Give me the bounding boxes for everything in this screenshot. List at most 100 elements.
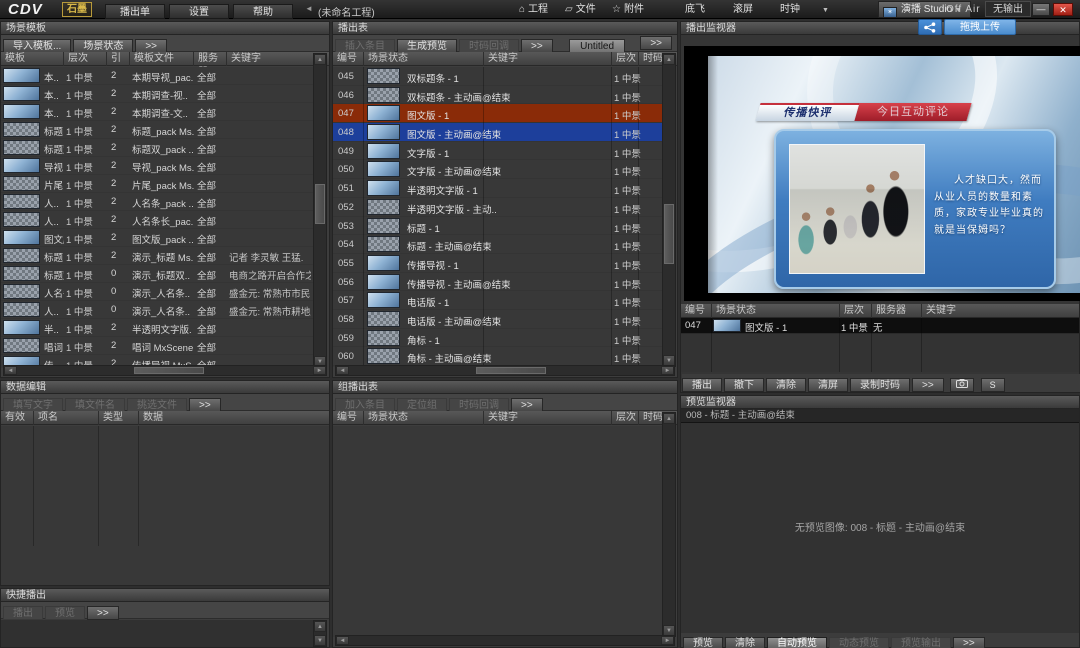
- preview-button[interactable]: >>: [953, 637, 985, 648]
- s-button[interactable]: S: [981, 378, 1005, 392]
- more-button[interactable]: >>: [640, 36, 672, 50]
- template-row[interactable]: 半.. 1 中景 2 半透明文字版. 全部: [1, 319, 313, 337]
- scroll-down-icon[interactable]: ▼: [314, 635, 326, 646]
- menu-item[interactable]: 设置: [169, 4, 229, 19]
- toolbar-button[interactable]: 时码回调: [459, 39, 519, 53]
- template-row[interactable]: 本.. 1 中景 2 本期导视_pac.. 全部: [1, 67, 313, 85]
- scroll-up-icon[interactable]: ▲: [663, 54, 675, 65]
- scroll-up-icon[interactable]: ▲: [314, 621, 326, 632]
- share-upload-icon[interactable]: [918, 19, 942, 35]
- project-back-icon[interactable]: ◄: [305, 4, 313, 13]
- monitor-button[interactable]: 录制时码: [850, 378, 910, 392]
- menu-clock[interactable]: 时钟: [780, 2, 800, 17]
- drag-upload-button[interactable]: 拖拽上传: [944, 19, 1016, 35]
- menu-attachment[interactable]: ☆附件: [612, 2, 644, 17]
- toolbar-button[interactable]: 填文件名: [65, 398, 125, 412]
- preview-button[interactable]: 预览: [683, 637, 723, 648]
- template-row[interactable]: 标题 1 中景 2 演示_标题 Ms.. 全部 记者 李灵敏 王猛.: [1, 247, 313, 265]
- scroll-right-icon[interactable]: ►: [661, 636, 674, 645]
- menu-dropdown-icon[interactable]: ▼: [822, 2, 829, 17]
- group-playout-hscrollbar[interactable]: ◄ ►: [335, 635, 675, 646]
- playout-row[interactable]: 060 角标 - 主动画@结束 1 中景: [333, 347, 663, 366]
- template-row[interactable]: 本.. 1 中景 2 本期调查-文.. 全部: [1, 103, 313, 121]
- on-air-row[interactable]: 047 图文版 - 1 1 中景 无: [681, 318, 1079, 334]
- template-vscrollbar[interactable]: ▲ ▼: [313, 53, 327, 368]
- scroll-left-icon[interactable]: ◄: [4, 366, 17, 375]
- template-row[interactable]: 人名条短 1 中景 0 演示_人名条.. 全部 盛金元: 常熟市市民:: [1, 283, 313, 301]
- toolbar-button[interactable]: 加入条目: [335, 398, 395, 412]
- playout-row[interactable]: 055 传播导视 - 1 1 中景: [333, 254, 663, 273]
- template-hscrollbar[interactable]: ◄ ►: [3, 365, 327, 376]
- toolbar-button[interactable]: 插入条目: [335, 39, 395, 53]
- playout-row[interactable]: 057 电话版 - 1 1 中景: [333, 291, 663, 310]
- preview-button[interactable]: 动态预览: [829, 637, 889, 648]
- toolbar-button[interactable]: 场景状态: [73, 39, 133, 53]
- playout-row[interactable]: 049 文字版 - 1 1 中景: [333, 142, 663, 161]
- scroll-right-icon[interactable]: ►: [661, 366, 674, 375]
- template-row[interactable]: 标题双 1 中景 0 演示_标题双.. 全部 电商之路开启合作之旅:: [1, 265, 313, 283]
- toolbar-button[interactable]: 播出: [3, 606, 43, 620]
- group-playout-vscrollbar[interactable]: ▲ ▼: [662, 412, 676, 637]
- minimize-button[interactable]: —: [1032, 3, 1050, 16]
- menu-file[interactable]: ▱文件: [565, 2, 596, 17]
- template-row[interactable]: 图文版 1 中景 2 图文版_pack .. 全部: [1, 229, 313, 247]
- playout-row[interactable]: 050 文字版 - 主动画@结束 1 中景: [333, 160, 663, 179]
- toolbar-button[interactable]: >>: [87, 606, 119, 620]
- toolbar-button[interactable]: 定位组: [397, 398, 447, 412]
- toolbar-button[interactable]: 导入模板...: [3, 39, 71, 53]
- snapshot-camera-icon[interactable]: [950, 378, 974, 392]
- scroll-up-icon[interactable]: ▲: [663, 413, 675, 424]
- scroll-right-icon[interactable]: ►: [313, 366, 326, 375]
- template-row[interactable]: 标题双 1 中景 2 标题双_pack .. 全部: [1, 139, 313, 157]
- playout-hscrollbar[interactable]: ◄ ►: [335, 365, 675, 376]
- monitor-button[interactable]: 清除: [766, 378, 806, 392]
- playout-row[interactable]: 046 双标题条 - 主动画@结束 1 中景: [333, 86, 663, 105]
- template-row[interactable]: 人.. 1 中景 2 人名条_pack .. 全部: [1, 193, 313, 211]
- template-row[interactable]: 导视 1 中景 2 导视_pack Ms.. 全部: [1, 157, 313, 175]
- playout-row[interactable]: 054 标题 - 主动画@结束 1 中景: [333, 235, 663, 254]
- playout-row[interactable]: 045 双标题条 - 1 1 中景: [333, 67, 663, 86]
- scroll-left-icon[interactable]: ◄: [336, 366, 349, 375]
- preview-button[interactable]: 清除: [725, 637, 765, 648]
- toolbar-button[interactable]: 时码回调: [449, 398, 509, 412]
- template-row[interactable]: 片尾 1 中景 2 片尾_pack Ms.. 全部: [1, 175, 313, 193]
- playout-row[interactable]: 058 电话版 - 主动画@结束 1 中景: [333, 310, 663, 329]
- monitor-button[interactable]: 播出: [682, 378, 722, 392]
- playout-row[interactable]: 053 标题 - 1 1 中景: [333, 217, 663, 236]
- monitor-button-bar: 播出撤下清除清屏录制时码>> S: [682, 374, 1080, 392]
- toolbar-button[interactable]: >>: [521, 39, 553, 53]
- close-button[interactable]: ✕: [1053, 3, 1073, 16]
- toolbar-button[interactable]: >>: [511, 398, 543, 412]
- toolbar-button[interactable]: 挑选文件: [127, 398, 187, 412]
- playout-row[interactable]: 056 传播导视 - 主动画@结束 1 中景: [333, 273, 663, 292]
- menu-bottom-fly[interactable]: 底飞: [685, 2, 705, 17]
- monitor-button[interactable]: 撤下: [724, 378, 764, 392]
- monitor-button[interactable]: >>: [912, 378, 944, 392]
- template-row[interactable]: 人.. 1 中景 2 人名条长_pac.. 全部: [1, 211, 313, 229]
- template-row[interactable]: 标题 1 中景 2 标题_pack Ms.. 全部: [1, 121, 313, 139]
- playout-row[interactable]: 051 半透明文字版 - 1 1 中景: [333, 179, 663, 198]
- menu-item[interactable]: 播出单: [105, 4, 165, 19]
- scroll-up-icon[interactable]: ▲: [314, 54, 326, 65]
- playout-row[interactable]: 052 半透明文字版 - 主动.. 1 中景: [333, 198, 663, 217]
- toolbar-button[interactable]: 填写文字: [3, 398, 63, 412]
- toolbar-button[interactable]: >>: [135, 39, 167, 53]
- monitor-button[interactable]: 清屏: [808, 378, 848, 392]
- toolbar-button[interactable]: 生成预览: [397, 39, 457, 53]
- template-row[interactable]: 唱词 1 中景 2 唱词 MxScene 全部: [1, 337, 313, 355]
- playout-row[interactable]: 059 角标 - 1 1 中景: [333, 329, 663, 348]
- toolbar-button[interactable]: >>: [189, 398, 221, 412]
- toolbar-button[interactable]: 预览: [45, 606, 85, 620]
- playout-row[interactable]: 047 图文版 - 1 1 中景: [333, 104, 663, 123]
- template-row[interactable]: 人.. 1 中景 0 演示_人名条.. 全部 盛金元: 常熟市耕地质量: [1, 301, 313, 319]
- quick-playout-vscrollbar[interactable]: ▲ ▼: [313, 620, 327, 647]
- preview-button[interactable]: 预览输出: [891, 637, 951, 648]
- menu-item[interactable]: 帮助: [233, 4, 293, 19]
- preview-button[interactable]: 自动预览: [767, 637, 827, 648]
- template-row[interactable]: 本.. 1 中景 2 本期调查-视.. 全部: [1, 85, 313, 103]
- menu-project[interactable]: ⌂工程: [519, 2, 548, 17]
- scroll-left-icon[interactable]: ◄: [336, 636, 349, 645]
- playout-vscrollbar[interactable]: ▲ ▼: [662, 53, 676, 367]
- playout-row[interactable]: 048 图文版 - 主动画@结束 1 中景: [333, 123, 663, 142]
- menu-roll-screen[interactable]: 滚屏: [733, 2, 753, 17]
